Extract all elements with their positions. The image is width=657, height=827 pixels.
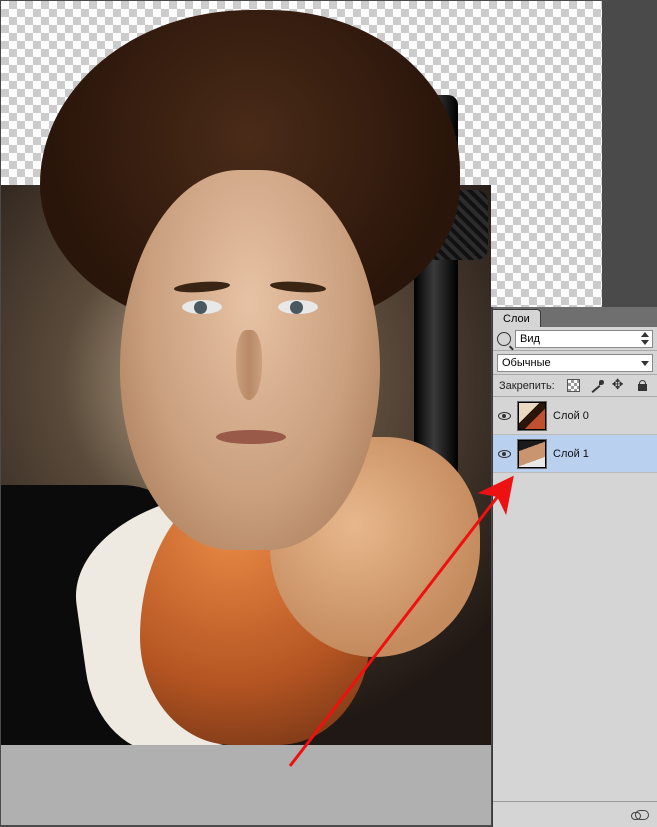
blend-mode-value: Обычные — [502, 357, 551, 369]
search-icon — [497, 332, 511, 346]
panel-tabbar: Слои — [493, 307, 657, 327]
blend-mode-dropdown[interactable]: Обычные — [497, 354, 653, 372]
workspace-gap — [603, 0, 657, 307]
lock-all-icon[interactable] — [636, 379, 649, 392]
layer-name-label: Слой 0 — [553, 410, 589, 422]
layer-name-label: Слой 1 — [553, 448, 589, 460]
lock-position-icon[interactable] — [613, 379, 626, 392]
lock-row: Закрепить: — [493, 375, 657, 397]
canvas-pasteboard-bottom — [1, 745, 491, 825]
layers-panel: Слои Вид Обычные Закрепить: — [492, 307, 657, 827]
app-stage: Слои Вид Обычные Закрепить: — [0, 0, 657, 827]
layer-visibility-toggle[interactable] — [497, 447, 511, 461]
layer-row[interactable]: Слой 1 — [493, 435, 657, 473]
lock-pixels-icon[interactable] — [590, 379, 603, 392]
link-layers-icon[interactable] — [635, 810, 649, 820]
layer-filter-row: Вид — [493, 327, 657, 351]
layer-filter-dropdown[interactable]: Вид — [515, 330, 653, 348]
layer-row[interactable]: Слой 0 — [493, 397, 657, 435]
layer-thumbnail[interactable] — [517, 401, 547, 431]
lock-transparency-icon[interactable] — [567, 379, 580, 392]
layers-list: Слой 0 Слой 1 — [493, 397, 657, 801]
layer-filter-value: Вид — [520, 333, 540, 345]
tab-layers[interactable]: Слои — [493, 309, 541, 327]
eye-icon — [498, 412, 511, 420]
layer-visibility-toggle[interactable] — [497, 409, 511, 423]
blend-mode-row: Обычные — [493, 351, 657, 375]
lock-label: Закрепить: — [499, 380, 555, 392]
panel-statusbar — [493, 801, 657, 827]
eye-icon — [498, 450, 511, 458]
layer-thumbnail[interactable] — [517, 439, 547, 469]
image-face — [120, 170, 380, 550]
